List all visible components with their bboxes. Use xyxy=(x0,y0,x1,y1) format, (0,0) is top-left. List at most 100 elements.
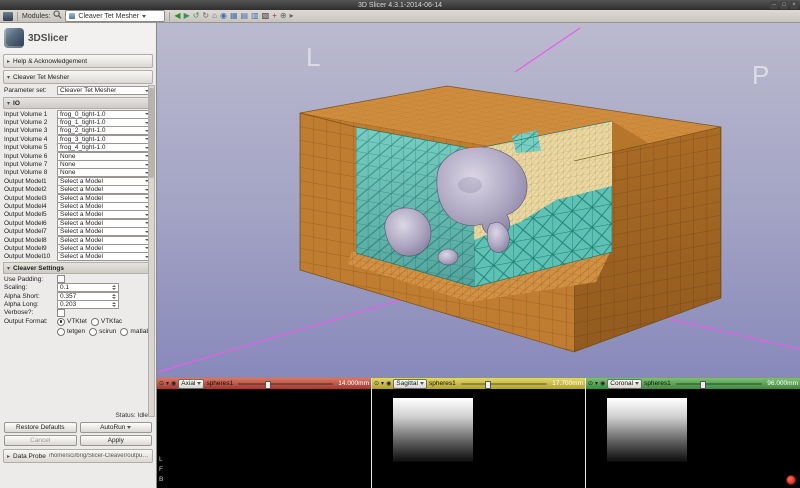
layer-letter: B xyxy=(159,475,167,485)
home-icon[interactable]: ⌂ xyxy=(212,11,217,21)
spinbox-arrows-icon[interactable] xyxy=(112,285,116,290)
tet-mesh-box xyxy=(300,86,721,352)
pin-icon[interactable]: ⊙ xyxy=(374,380,379,387)
io-row: Output Model10 Select a Model xyxy=(0,253,156,261)
visibility-eye-icon[interactable]: ◉ xyxy=(600,380,605,387)
node-selector-combo[interactable]: Select a Model xyxy=(57,252,152,261)
toolbar-icons: ◀ ▶ ↺ ↻ ⌂ ◉ ▦ ▤ ▥ ▧ + ⊕ xyxy=(174,11,293,21)
pin-icon[interactable]: ⊙ xyxy=(588,380,593,387)
module-selector-combo[interactable]: Cleaver Tet Mesher xyxy=(65,10,165,22)
radio-icon[interactable] xyxy=(89,328,97,336)
panel-scrollbar-thumb[interactable] xyxy=(149,88,154,178)
module-icon xyxy=(69,13,75,19)
io-row-label: Output Model2 xyxy=(4,186,54,193)
undo-icon[interactable]: ↺ xyxy=(193,11,200,21)
output-format-option[interactable]: matlab xyxy=(120,328,150,336)
error-notification-icon[interactable] xyxy=(786,475,796,485)
module-search-icon[interactable] xyxy=(53,10,62,22)
menu-icon[interactable]: ▾ xyxy=(166,380,169,387)
modules-label: Modules: xyxy=(22,13,50,20)
verbose-checkbox[interactable] xyxy=(57,309,65,317)
cleaver-settings-toggle[interactable]: ▾ Cleaver Settings xyxy=(3,262,153,274)
io-section-toggle[interactable]: ▾ IO xyxy=(3,97,153,109)
pin-icon[interactable]: ⊙ xyxy=(159,380,164,387)
restore-defaults-button[interactable]: Restore Defaults xyxy=(4,422,77,433)
layout-conventional-icon[interactable]: ▦ xyxy=(230,11,238,21)
layout-fourup-icon[interactable]: ▤ xyxy=(241,11,249,21)
slice-image xyxy=(393,398,473,462)
slice-offset-slider[interactable] xyxy=(676,383,762,385)
orientation-combo[interactable]: Sagittal xyxy=(393,379,427,389)
more-tools-icon[interactable]: ▸ xyxy=(290,11,294,21)
node-selector-combo[interactable]: frog_4_tight-1.0 xyxy=(57,143,152,152)
alpha-long-spinbox[interactable]: 0.203 xyxy=(57,300,119,309)
slicer-logo-icon xyxy=(4,28,24,48)
red-slice-view[interactable]: ⊙ ▾ ◉ Axial spheres1 14.000mm xyxy=(157,378,371,488)
back-icon[interactable]: ◀ xyxy=(174,11,180,21)
screenshot-icon[interactable]: ◉ xyxy=(220,11,227,21)
layout-tabbed-icon[interactable]: ▧ xyxy=(262,11,270,21)
chevron-down-icon: ▾ xyxy=(7,100,10,107)
chevron-down-icon: ▾ xyxy=(7,265,10,272)
forward-icon[interactable]: ▶ xyxy=(184,11,190,21)
io-row: Input Volume 5 frog_4_tight-1.0 xyxy=(0,144,156,152)
autorun-button[interactable]: AutoRun xyxy=(80,422,153,433)
chevron-down-icon: ▾ xyxy=(7,74,10,81)
slider-knob[interactable] xyxy=(265,381,271,389)
radio-icon[interactable] xyxy=(120,328,128,336)
spinbox-arrows-icon[interactable] xyxy=(112,294,116,299)
redo-icon[interactable]: ↻ xyxy=(202,11,209,21)
radio-icon[interactable] xyxy=(57,328,65,336)
spinbox-arrows-icon[interactable] xyxy=(112,302,116,307)
parameter-set-combo[interactable]: Cleaver Tet Mesher xyxy=(57,86,152,95)
close-button[interactable]: × xyxy=(790,1,798,9)
module-section-toggle[interactable]: ▾ Cleaver Tet Mesher xyxy=(3,70,153,84)
radio-icon[interactable] xyxy=(57,318,65,326)
crosshair-icon[interactable]: + xyxy=(272,11,277,21)
minimize-button[interactable]: – xyxy=(770,1,778,9)
visibility-eye-icon[interactable]: ◉ xyxy=(171,380,176,387)
help-section-label: Help & Acknowledgement xyxy=(13,58,87,65)
output-format-options: VTKtet VTKfac tetgen scirun xyxy=(57,318,152,336)
help-section-toggle[interactable]: ▸ Help & Acknowledgement xyxy=(3,54,153,68)
io-row: Output Model7 Select a Model xyxy=(0,227,156,235)
slider-knob[interactable] xyxy=(700,381,706,389)
yellow-slice-image-area[interactable] xyxy=(372,389,585,488)
radio-icon[interactable] xyxy=(91,318,99,326)
threeD-view[interactable]: L P xyxy=(157,23,800,378)
slice-offset-slider[interactable] xyxy=(238,383,333,385)
layer-letter: L xyxy=(159,455,167,465)
orientation-combo[interactable]: Axial xyxy=(178,379,204,389)
output-format-option[interactable]: scirun xyxy=(89,328,116,336)
node-selector-combo[interactable]: Select a Model xyxy=(57,185,152,194)
data-probe-toggle[interactable]: ▸ Data Probe /home/sci/brig/Slicer-Cleav… xyxy=(3,449,153,463)
use-padding-label: Use Padding: xyxy=(4,276,54,283)
output-format-option[interactable]: tetgen xyxy=(57,328,85,336)
visibility-eye-icon[interactable]: ◉ xyxy=(386,380,391,387)
output-format-row: Output Format: VTKtet VTKfac xyxy=(0,317,156,337)
io-row-label: Output Model7 xyxy=(4,228,54,235)
maximize-button[interactable]: □ xyxy=(780,1,788,9)
menu-icon[interactable]: ▾ xyxy=(381,380,384,387)
green-slice-image-area[interactable] xyxy=(586,389,800,488)
chevron-down-icon xyxy=(420,382,424,385)
apply-button[interactable]: Apply xyxy=(80,435,153,446)
slice-offset-slider[interactable] xyxy=(461,383,548,385)
output-format-option[interactable]: VTKfac xyxy=(91,318,122,326)
parameter-set-row: Parameter set: Cleaver Tet Mesher xyxy=(0,85,156,96)
cancel-button[interactable]: Cancel xyxy=(4,435,77,446)
orientation-combo[interactable]: Coronal xyxy=(607,379,642,389)
yellow-slice-view[interactable]: ⊙ ▾ ◉ Sagittal spheres1 17.700mm xyxy=(372,378,585,488)
module-section-label: Cleaver Tet Mesher xyxy=(13,74,69,81)
extensions-icon[interactable]: ⊕ xyxy=(280,11,287,21)
io-section-label: IO xyxy=(13,100,20,107)
layout-3donly-icon[interactable]: ▥ xyxy=(251,11,259,21)
red-slice-image-area[interactable] xyxy=(157,389,371,488)
panel-scrollbar[interactable] xyxy=(148,85,155,417)
slider-knob[interactable] xyxy=(485,381,491,389)
menu-icon[interactable]: ▾ xyxy=(595,380,598,387)
node-selector-combo[interactable]: Select a Model xyxy=(57,227,152,236)
green-slice-view[interactable]: ⊙ ▾ ◉ Coronal spheres1 96.000mm xyxy=(586,378,800,488)
output-format-option[interactable]: VTKtet xyxy=(57,318,87,326)
use-padding-checkbox[interactable] xyxy=(57,275,65,283)
